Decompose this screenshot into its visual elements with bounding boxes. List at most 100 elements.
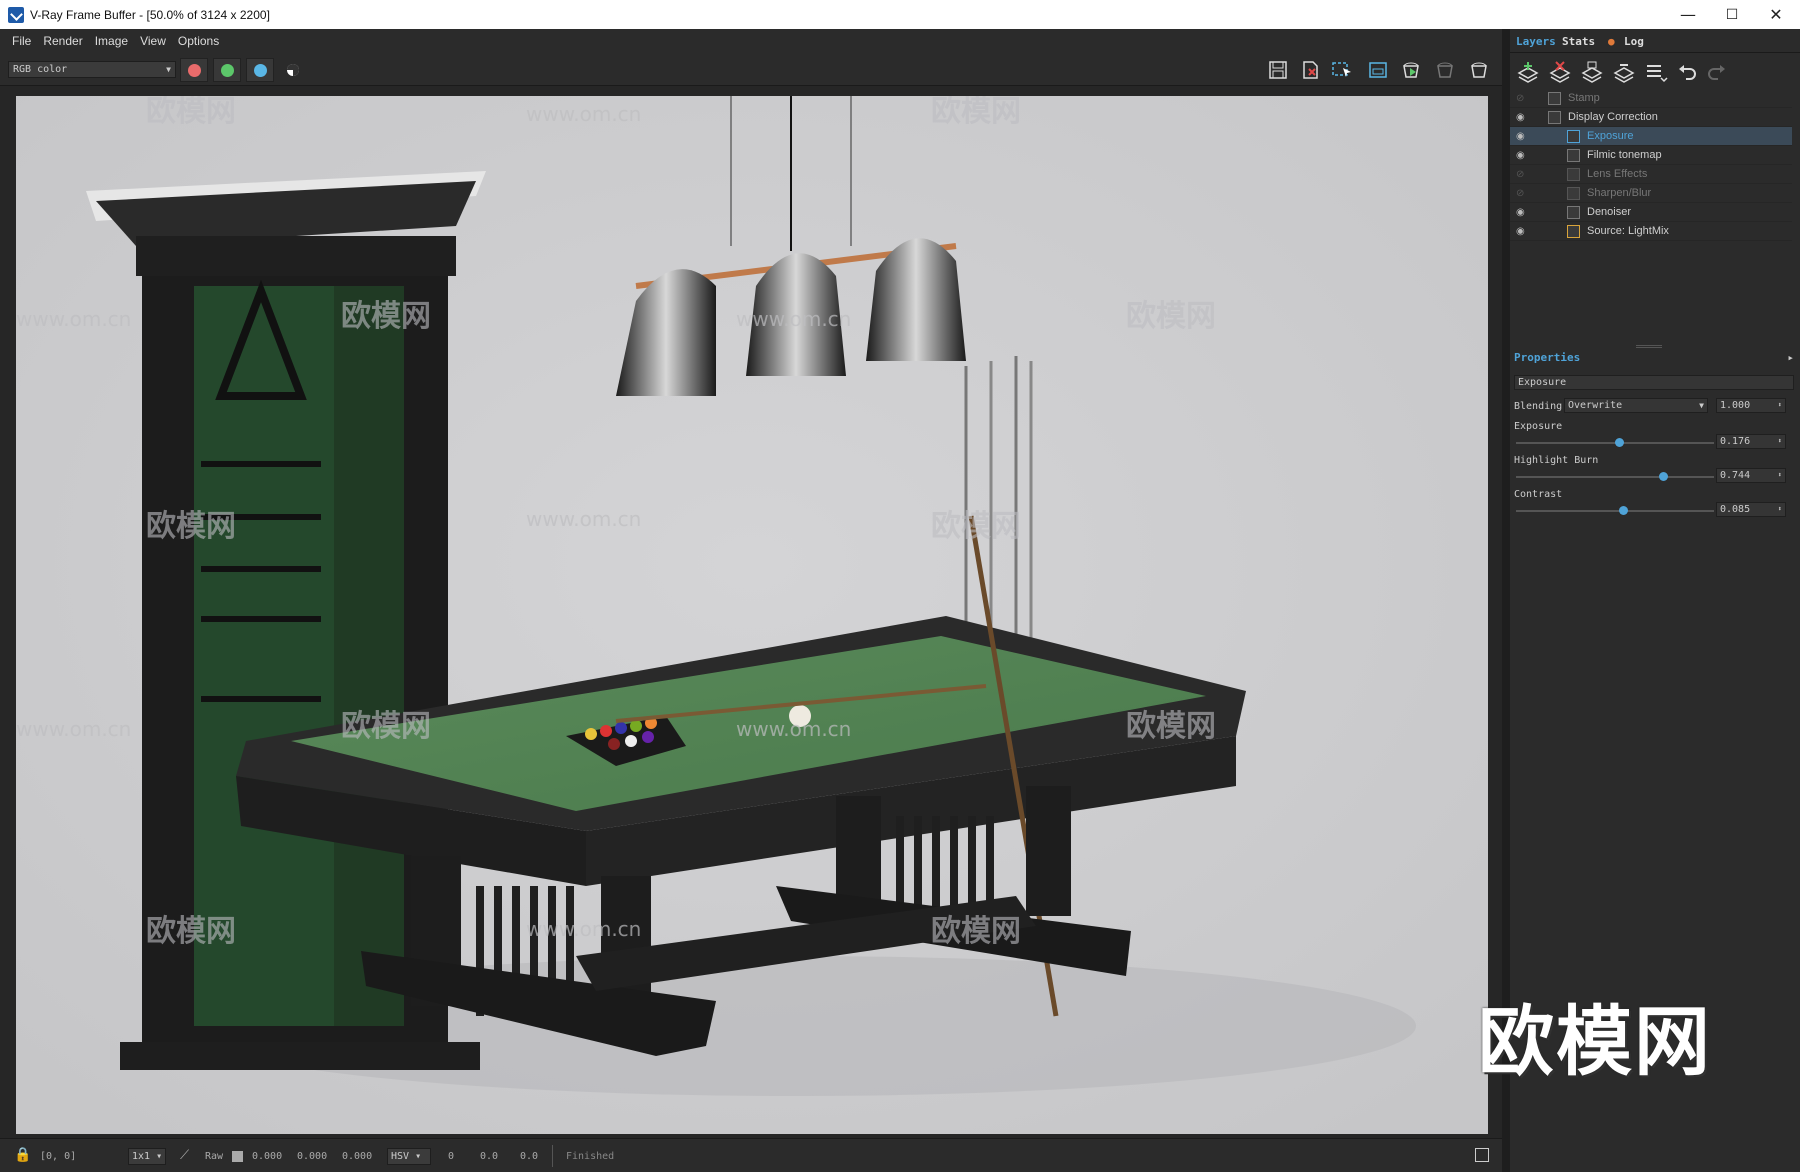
menu-file[interactable]: File bbox=[12, 34, 31, 48]
color-space-select[interactable]: HSV ▾ bbox=[387, 1148, 431, 1165]
minimize-button[interactable]: — bbox=[1666, 0, 1710, 29]
color-picker-icon[interactable]: ⟋ bbox=[180, 1148, 189, 1163]
layer-list-icon[interactable] bbox=[1644, 61, 1668, 83]
exposure-label: Exposure bbox=[1514, 421, 1563, 432]
layer-name: Stamp bbox=[1568, 92, 1600, 104]
chevron-down-icon: ▼ bbox=[166, 65, 171, 74]
tab-stats[interactable]: Stats bbox=[1558, 33, 1599, 51]
maximize-button[interactable]: ☐ bbox=[1710, 0, 1754, 29]
save-image-icon[interactable] bbox=[1266, 59, 1290, 81]
stop-render-icon[interactable] bbox=[1434, 59, 1458, 81]
layer-name: Display Correction bbox=[1568, 111, 1658, 123]
blending-mode-select[interactable]: Overwrite ▼ bbox=[1564, 398, 1708, 413]
hidden-eye-icon[interactable]: ⊘ bbox=[1516, 184, 1530, 203]
region-render-icon[interactable] bbox=[1366, 59, 1390, 81]
layer-row-denoiser[interactable]: ◉ Denoiser bbox=[1510, 203, 1792, 222]
delete-layer-icon[interactable] bbox=[1548, 61, 1572, 83]
log-toggle-icon[interactable] bbox=[1475, 1148, 1489, 1162]
red-channel-button[interactable] bbox=[180, 58, 208, 82]
raw-r: 0.000 bbox=[252, 1151, 283, 1162]
exposure-slider[interactable] bbox=[1516, 438, 1714, 447]
hsv-h: 0 bbox=[448, 1151, 455, 1162]
filmic-layer-icon bbox=[1567, 149, 1580, 162]
zoom-select[interactable]: 1x1 ▾ bbox=[128, 1148, 166, 1165]
eye-icon[interactable]: ◉ bbox=[1516, 146, 1530, 165]
spinner-icon[interactable]: ⬍ bbox=[1778, 435, 1782, 448]
watermark-cn: 欧模网 bbox=[1126, 709, 1216, 744]
close-button[interactable]: ✕ bbox=[1754, 0, 1798, 29]
status-divider bbox=[552, 1145, 553, 1167]
contrast-slider[interactable] bbox=[1516, 506, 1714, 515]
tab-log[interactable]: Log bbox=[1620, 33, 1648, 51]
menu-render[interactable]: Render bbox=[43, 34, 82, 48]
layer-row-display-correction[interactable]: ◉ Display Correction bbox=[1510, 108, 1792, 127]
undo-icon[interactable] bbox=[1676, 61, 1698, 83]
raw-g: 0.000 bbox=[297, 1151, 328, 1162]
lock-icon[interactable]: 🔒 bbox=[14, 1147, 31, 1163]
redo-icon[interactable] bbox=[1706, 61, 1728, 83]
eye-icon[interactable]: ◉ bbox=[1516, 203, 1530, 222]
log-alert-icon: ● bbox=[1608, 35, 1615, 48]
highlight-burn-slider[interactable] bbox=[1516, 472, 1714, 481]
lightmix-layer-icon bbox=[1567, 225, 1580, 238]
exposure-slider-knob[interactable] bbox=[1614, 438, 1624, 447]
watermark-url: www.om.cn bbox=[16, 307, 131, 331]
green-channel-button[interactable] bbox=[213, 58, 241, 82]
spinner-icon[interactable]: ⬍ bbox=[1778, 469, 1782, 482]
window-title: V-Ray Frame Buffer - [50.0% of 3124 x 22… bbox=[30, 7, 270, 22]
layer-row-lens-effects[interactable]: ⊘ Lens Effects bbox=[1510, 165, 1792, 184]
render-interactive-icon[interactable] bbox=[1400, 59, 1424, 81]
layer-row-exposure[interactable]: ◉ Exposure bbox=[1510, 127, 1792, 146]
save-layers-icon[interactable] bbox=[1580, 61, 1604, 83]
watermark-cn: 欧模网 bbox=[146, 509, 236, 544]
render-image[interactable]: 欧模网 www.om.cn 欧模网 www.om.cn 欧模网 www.om.c… bbox=[16, 96, 1488, 1134]
contrast-value: 0.085 bbox=[1720, 504, 1751, 515]
properties-header: Properties ▸ bbox=[1510, 349, 1800, 367]
eye-icon[interactable]: ◉ bbox=[1516, 222, 1530, 241]
layer-row-stamp[interactable]: ⊘ Stamp bbox=[1510, 89, 1792, 108]
exposure-value-field[interactable]: 0.176 ⬍ bbox=[1716, 434, 1786, 449]
blue-channel-button[interactable] bbox=[246, 58, 274, 82]
clear-image-icon[interactable] bbox=[1298, 59, 1322, 81]
splitter-handle[interactable] bbox=[1636, 345, 1662, 348]
render-icon[interactable] bbox=[1468, 59, 1492, 81]
track-mouse-icon[interactable] bbox=[1330, 59, 1354, 81]
highlight-burn-label: Highlight Burn bbox=[1514, 455, 1599, 466]
watermark-url: www.om.cn bbox=[526, 102, 641, 126]
menu-image[interactable]: Image bbox=[95, 34, 128, 48]
properties-menu-icon[interactable]: ▸ bbox=[1787, 349, 1794, 367]
layer-name-field[interactable]: Exposure bbox=[1514, 375, 1794, 390]
spinner-icon[interactable]: ⬍ bbox=[1778, 399, 1782, 412]
contrast-value-field[interactable]: 0.085 ⬍ bbox=[1716, 502, 1786, 517]
mono-toggle-icon[interactable] bbox=[281, 59, 305, 81]
viewport[interactable]: 欧模网 www.om.cn 欧模网 www.om.cn 欧模网 www.om.c… bbox=[0, 86, 1502, 1138]
color-swatch bbox=[232, 1151, 243, 1162]
exposure-layer-icon bbox=[1567, 130, 1580, 143]
menu-view[interactable]: View bbox=[140, 34, 166, 48]
eye-icon[interactable]: ◉ bbox=[1516, 108, 1530, 127]
hidden-eye-icon[interactable]: ⊘ bbox=[1516, 165, 1530, 184]
folder-layer-icon bbox=[1548, 111, 1561, 124]
layer-row-source-lightmix[interactable]: ◉ Source: LightMix bbox=[1510, 222, 1792, 241]
layer-row-sharpen-blur[interactable]: ⊘ Sharpen/Blur bbox=[1510, 184, 1792, 203]
chevron-down-icon: ▼ bbox=[1699, 401, 1704, 410]
contrast-slider-knob[interactable] bbox=[1618, 506, 1628, 515]
menu-options[interactable]: Options bbox=[178, 34, 219, 48]
layer-row-filmic-tonemap[interactable]: ◉ Filmic tonemap bbox=[1510, 146, 1792, 165]
hidden-eye-icon[interactable]: ⊘ bbox=[1516, 89, 1530, 108]
highlight-burn-value-field[interactable]: 0.744 ⬍ bbox=[1716, 468, 1786, 483]
blending-value-field[interactable]: 1.000 ⬍ bbox=[1716, 398, 1786, 413]
panel-tabs: Layers Stats ● Log bbox=[1510, 29, 1800, 53]
add-layer-icon[interactable] bbox=[1516, 61, 1540, 83]
load-layers-icon[interactable] bbox=[1612, 61, 1636, 83]
blending-mode-value: Overwrite bbox=[1568, 400, 1623, 411]
watermark-cn: 欧模网 bbox=[931, 96, 1021, 129]
channel-select[interactable]: RGB color ▼ bbox=[8, 61, 176, 78]
spinner-icon[interactable]: ⬍ bbox=[1778, 503, 1782, 516]
watermark-url: www.om.cn bbox=[16, 717, 131, 741]
highlight-burn-slider-knob[interactable] bbox=[1658, 472, 1668, 481]
color-space-value: HSV bbox=[391, 1151, 410, 1162]
eye-icon[interactable]: ◉ bbox=[1516, 127, 1530, 146]
layer-name: Source: LightMix bbox=[1587, 225, 1669, 237]
tab-layers[interactable]: Layers bbox=[1512, 33, 1560, 51]
